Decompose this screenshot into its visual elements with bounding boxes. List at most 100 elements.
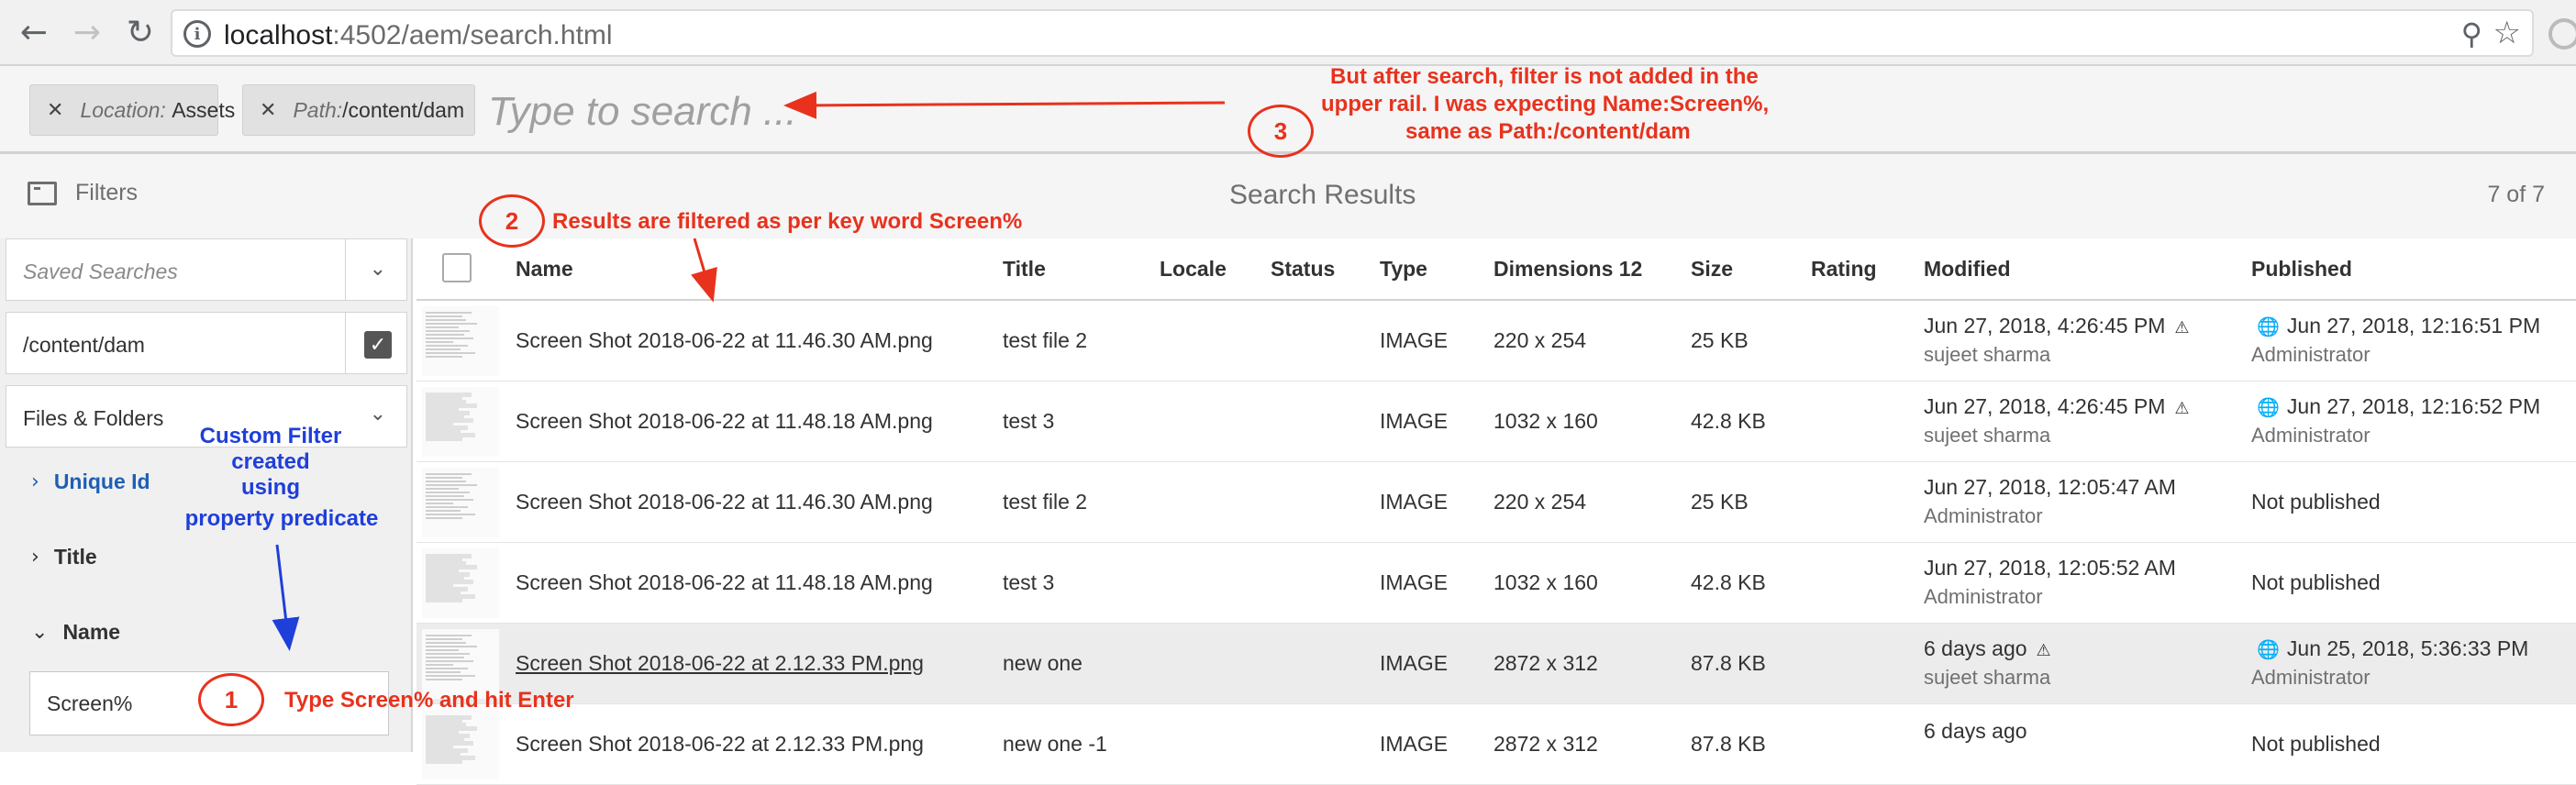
col-dimensions[interactable]: Dimensions 12 — [1493, 257, 1642, 282]
asset-thumbnail[interactable] — [422, 306, 499, 376]
cell-type: IMAGE — [1380, 328, 1449, 352]
tag-label: Path: — [293, 97, 343, 122]
col-locale[interactable]: Locale — [1160, 257, 1227, 282]
chevron-down-icon: ⌄ — [31, 621, 49, 644]
annotation-number-1: 1 — [198, 673, 264, 726]
published-date: Not published — [2251, 570, 2381, 594]
modified-date: Jun 27, 2018, 12:05:47 AM — [1924, 475, 2176, 499]
path-field[interactable]: /content/dam ✓ — [6, 312, 407, 374]
chevron-right-icon: › — [31, 546, 39, 569]
asset-thumbnail[interactable] — [422, 387, 499, 457]
path-tag[interactable]: ✕ Path:/content/dam — [242, 84, 475, 136]
chevron-down-icon[interactable]: ⌄ — [370, 403, 386, 426]
location-tag[interactable]: ✕ Location: Assets — [29, 84, 235, 136]
rail-toggle-icon — [28, 181, 57, 205]
cell-type: IMAGE — [1380, 732, 1449, 756]
cell-modified: Jun 27, 2018, 4:26:45 PM ⚠ — [1924, 394, 2190, 419]
col-rating[interactable]: Rating — [1811, 257, 1877, 282]
cell-dimensions: 2872 x 312 — [1493, 732, 1598, 756]
table-row[interactable]: Screen Shot 2018-06-22 at 11.46.30 AM.pn… — [416, 301, 2576, 381]
cell-modified: Jun 27, 2018, 4:26:45 PM ⚠ — [1924, 314, 2190, 338]
back-icon[interactable]: ← — [13, 11, 55, 53]
cell-name[interactable]: Screen Shot 2018-06-22 at 2.12.33 PM.png — [516, 732, 924, 757]
filters-label: Filters — [75, 180, 139, 205]
facet-unique-id[interactable]: › Unique Id — [31, 470, 150, 494]
published-date: Jun 25, 2018, 5:36:33 PM — [2286, 636, 2529, 660]
remove-tag-icon[interactable]: ✕ — [47, 99, 63, 122]
path-value: /content/dam — [23, 333, 145, 357]
modified-date: 6 days ago — [1924, 719, 2027, 743]
cell-modified-by: Administrator — [1924, 504, 2043, 527]
cell-dimensions: 220 x 254 — [1493, 328, 1587, 352]
annotation-custom-filter: Custom Filter created using — [156, 424, 385, 501]
cell-modified: 6 days ago — [1924, 719, 2027, 744]
col-name[interactable]: Name — [516, 257, 573, 282]
url-host: localhost — [224, 20, 333, 50]
tag-value: Assets — [172, 97, 236, 122]
modified-date: 6 days ago — [1924, 636, 2027, 660]
table-row[interactable]: Screen Shot 2018-06-22 at 2.12.33 PM.png… — [416, 624, 2576, 704]
cell-modified: 6 days ago ⚠ — [1924, 636, 2051, 661]
select-all-checkbox[interactable] — [442, 253, 472, 282]
modified-date: Jun 27, 2018, 4:26:45 PM — [1924, 394, 2166, 418]
address-bar[interactable]: i localhost:4502/aem/search.html ⚲ ☆ — [171, 9, 2534, 57]
page-title: Search Results — [1229, 180, 1416, 210]
cell-size: 87.8 KB — [1691, 651, 1766, 675]
forward-icon[interactable]: → — [66, 11, 108, 53]
remove-tag-icon[interactable]: ✕ — [260, 99, 276, 122]
cell-name[interactable]: Screen Shot 2018-06-22 at 2.12.33 PM.png — [516, 651, 924, 676]
star-icon[interactable]: ☆ — [2493, 15, 2521, 51]
saved-searches-select[interactable]: Saved Searches ⌄ — [6, 238, 407, 301]
zoom-icon[interactable]: ⚲ — [2461, 17, 2482, 51]
col-status[interactable]: Status — [1271, 257, 1335, 282]
annotation-number-3: 3 — [1248, 105, 1314, 158]
cell-name[interactable]: Screen Shot 2018-06-22 at 11.48.18 AM.pn… — [516, 570, 933, 595]
published-date: Not published — [2251, 732, 2381, 756]
filters-toggle[interactable]: Filters — [28, 180, 138, 206]
path-browser-icon[interactable]: ✓ — [364, 331, 392, 359]
cell-type: IMAGE — [1380, 490, 1449, 514]
chevron-down-icon[interactable]: ⌄ — [370, 258, 386, 281]
col-size[interactable]: Size — [1691, 257, 1733, 282]
col-modified[interactable]: Modified — [1924, 257, 2011, 282]
warning-icon: ⚠ — [2174, 399, 2190, 418]
table-row[interactable]: Screen Shot 2018-06-22 at 11.48.18 AM.pn… — [416, 381, 2576, 462]
annotation-note3-line3: same as Path:/content/dam — [1405, 119, 1691, 144]
cell-type: IMAGE — [1380, 570, 1449, 594]
asset-thumbnail[interactable] — [422, 710, 499, 779]
modified-date: Jun 27, 2018, 4:26:45 PM — [1924, 314, 2166, 337]
cell-size: 42.8 KB — [1691, 570, 1766, 594]
annotation-custom-line: Custom Filter — [199, 424, 342, 448]
cell-published-by: Administrator — [2251, 424, 2371, 447]
warning-icon: ⚠ — [2036, 641, 2051, 660]
chevron-right-icon: › — [31, 470, 39, 493]
annotation-custom-line: property predicate — [184, 506, 379, 531]
table-row[interactable]: Screen Shot 2018-06-22 at 11.46.30 AM.pn… — [416, 462, 2576, 543]
table-row[interactable]: Screen Shot 2018-06-22 at 2.12.33 PM.png… — [416, 704, 2576, 785]
cell-published: Not published — [2251, 732, 2381, 757]
results-count: 7 of 7 — [2487, 182, 2545, 207]
facet-name[interactable]: ⌄ Name — [31, 620, 120, 645]
search-input[interactable] — [488, 88, 1130, 136]
cell-type: IMAGE — [1380, 409, 1449, 433]
cell-dimensions: 1032 x 160 — [1493, 409, 1598, 433]
reload-icon[interactable]: ↻ — [119, 11, 161, 53]
col-type[interactable]: Type — [1380, 257, 1427, 282]
asset-thumbnail[interactable] — [422, 548, 499, 618]
table-row[interactable]: Screen Shot 2018-06-22 at 11.48.18 AM.pn… — [416, 543, 2576, 624]
asset-thumbnail[interactable] — [422, 468, 499, 537]
col-title[interactable]: Title — [1003, 257, 1046, 282]
cell-name[interactable]: Screen Shot 2018-06-22 at 11.48.18 AM.pn… — [516, 409, 933, 434]
cell-size: 25 KB — [1691, 328, 1749, 352]
saved-searches-placeholder: Saved Searches — [23, 260, 178, 283]
cell-name[interactable]: Screen Shot 2018-06-22 at 11.46.30 AM.pn… — [516, 328, 933, 353]
info-icon[interactable]: i — [183, 20, 211, 48]
annotation-number-2: 2 — [479, 194, 545, 248]
cell-name[interactable]: Screen Shot 2018-06-22 at 11.46.30 AM.pn… — [516, 490, 933, 514]
facet-title[interactable]: › Title — [31, 545, 97, 569]
extension-icon[interactable] — [2548, 18, 2576, 50]
results-table: Name Title Locale Status Type Dimensions… — [416, 238, 2576, 785]
col-published[interactable]: Published — [2251, 257, 2352, 282]
cell-type: IMAGE — [1380, 651, 1449, 675]
warning-icon: ⚠ — [2174, 318, 2190, 337]
